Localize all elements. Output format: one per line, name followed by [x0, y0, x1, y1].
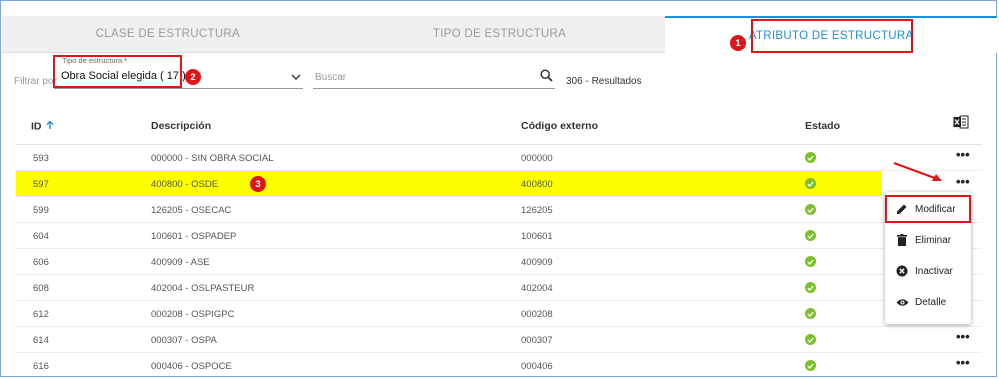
cell-id: 616 — [33, 361, 49, 372]
cell-id: 597 — [33, 179, 49, 190]
annotation-marker-3: 3 — [250, 176, 266, 192]
cell-id: 599 — [33, 205, 49, 216]
column-header-descripcion[interactable]: Descripción — [151, 120, 211, 132]
table-row[interactable]: 616 000406 - OSPOCE 000406 ••• — [16, 353, 982, 379]
cell-codigo: 400909 — [521, 257, 553, 268]
cell-id: 612 — [33, 309, 49, 320]
annotation-box-select — [53, 55, 182, 88]
results-count: 306 - Resultados — [566, 76, 642, 87]
annotation-box-modificar — [885, 195, 971, 223]
table-row[interactable]: 604 100601 - OSPADEP 100601 — [16, 223, 982, 249]
table-row-selected[interactable]: 597 400800 - OSDE 400800 — [16, 171, 882, 197]
annotation-box-tab — [751, 19, 913, 53]
cell-codigo: 000208 — [521, 309, 553, 320]
cancel-icon — [895, 265, 909, 277]
table-row[interactable]: 612 000208 - OSPIGPC 000208 — [16, 301, 982, 327]
more-actions-button-active[interactable]: ••• — [956, 175, 970, 189]
column-header-id[interactable]: ID — [31, 120, 54, 133]
menu-item-label: Inactivar — [915, 265, 953, 277]
table-row[interactable]: 593 000000 - SIN OBRA SOCIAL 000000 ••• — [16, 145, 982, 171]
status-active-icon — [805, 282, 816, 293]
status-active-icon — [805, 256, 816, 267]
filter-label: Filtrar por — [14, 76, 57, 87]
cell-descripcion: 400909 - ASE — [151, 257, 210, 268]
cell-codigo: 000000 — [521, 153, 553, 164]
status-active-icon — [805, 334, 816, 345]
cell-descripcion: 000406 - OSPOCE — [151, 361, 232, 372]
menu-item-detalle[interactable]: Detalle — [885, 288, 971, 316]
column-header-id-label: ID — [31, 120, 42, 133]
trash-icon — [895, 234, 909, 246]
column-header-codigo-externo[interactable]: Código externo — [521, 120, 598, 132]
cell-codigo: 100601 — [521, 231, 553, 242]
more-actions-button[interactable]: ••• — [956, 148, 970, 162]
menu-item-label: Eliminar — [915, 234, 952, 246]
search-icon[interactable] — [540, 69, 553, 87]
cell-codigo: 402004 — [521, 283, 553, 294]
sort-ascending-icon[interactable] — [46, 120, 54, 133]
tab-clase-de-estructura[interactable]: CLASE DE ESTRUCTURA — [2, 16, 334, 53]
menu-item-inactivar[interactable]: Inactivar — [885, 257, 971, 285]
cell-codigo: 000307 — [521, 335, 553, 346]
status-active-icon — [805, 204, 816, 215]
table-row[interactable]: 608 402004 - OSLPASTEUR 402004 — [16, 275, 982, 301]
eye-icon — [895, 298, 909, 307]
status-active-icon — [805, 360, 816, 371]
cell-id: 614 — [33, 335, 49, 346]
tab-tipo-de-estructura[interactable]: TIPO DE ESTRUCTURA — [333, 16, 666, 53]
cell-codigo: 000406 — [521, 361, 553, 372]
cell-descripcion: 100601 - OSPADEP — [151, 231, 237, 242]
table-row[interactable]: 606 400909 - ASE 400909 — [16, 249, 982, 275]
cell-descripcion: 402004 - OSLPASTEUR — [151, 283, 255, 294]
cell-id: 606 — [33, 257, 49, 268]
annotation-arrow — [893, 161, 942, 182]
cell-id: 608 — [33, 283, 49, 294]
more-actions-button[interactable]: ••• — [956, 356, 970, 370]
cell-codigo: 400800 — [521, 179, 553, 190]
column-header-estado[interactable]: Estado — [805, 120, 840, 132]
cell-codigo: 126205 — [521, 205, 553, 216]
more-actions-button[interactable]: ••• — [956, 330, 970, 344]
status-active-icon — [805, 230, 816, 241]
cell-descripcion: 400800 - OSDE — [151, 179, 219, 190]
table-row[interactable]: 614 000307 - OSPA 000307 ••• — [16, 327, 982, 353]
search-field — [313, 68, 555, 89]
cell-id: 593 — [33, 153, 49, 164]
table-row[interactable]: 599 126205 - OSECAC 126205 — [16, 197, 982, 223]
cell-descripcion: 000000 - SIN OBRA SOCIAL — [151, 153, 274, 164]
cell-id: 604 — [33, 231, 49, 242]
chevron-down-icon[interactable] — [291, 68, 301, 86]
cell-descripcion: 126205 - OSECAC — [151, 205, 232, 216]
search-input[interactable] — [313, 68, 532, 86]
excel-export-icon[interactable] — [953, 115, 969, 134]
status-active-icon — [805, 152, 816, 163]
cell-descripcion: 000307 - OSPA — [151, 335, 217, 346]
menu-item-label: Detalle — [915, 296, 947, 308]
annotation-marker-1: 1 — [730, 35, 746, 51]
menu-item-eliminar[interactable]: Eliminar — [885, 226, 971, 254]
annotation-marker-2: 2 — [185, 69, 201, 85]
cell-descripcion: 000208 - OSPIGPC — [151, 309, 235, 320]
status-active-icon — [805, 308, 816, 319]
status-active-icon — [805, 178, 816, 189]
